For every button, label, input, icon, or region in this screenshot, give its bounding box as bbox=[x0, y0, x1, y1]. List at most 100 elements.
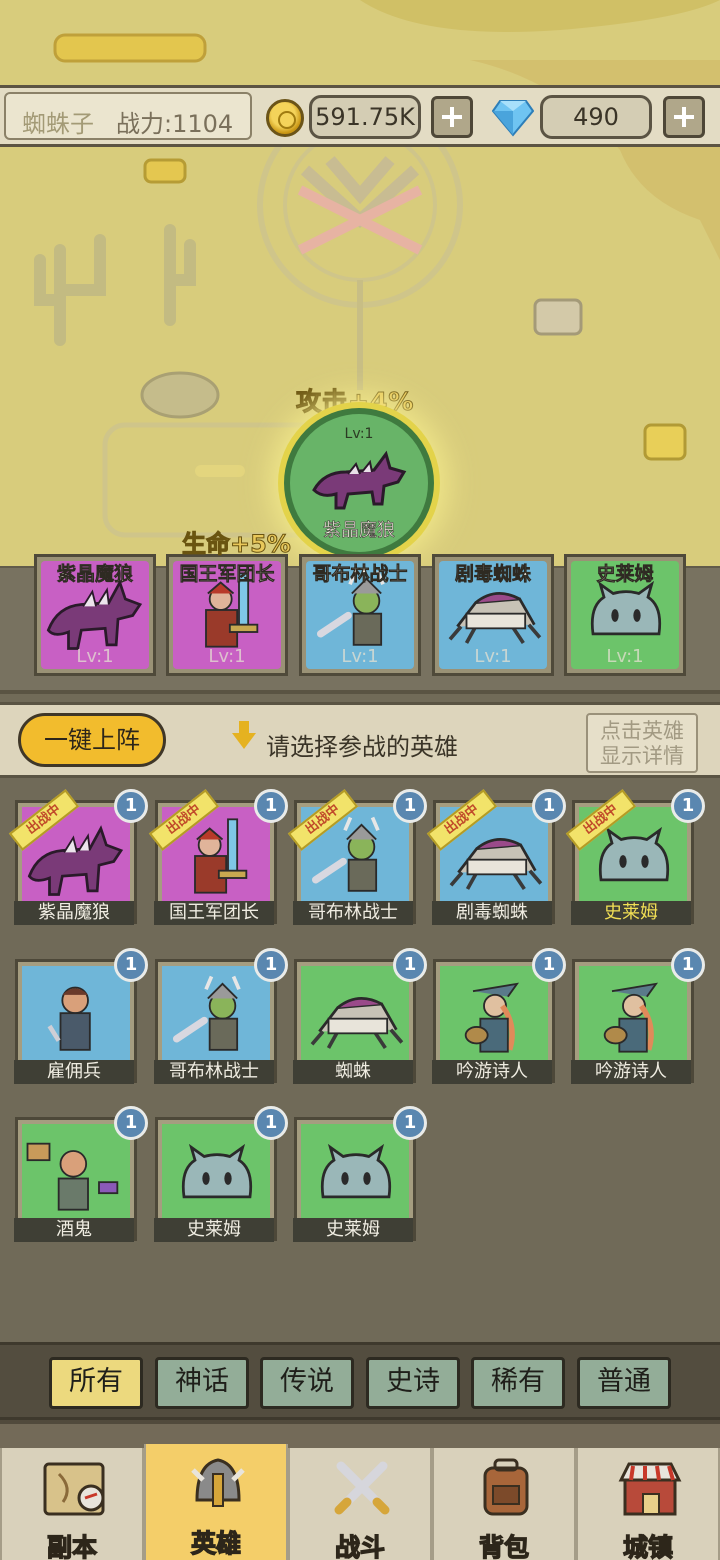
hero-roster-grid: 出战中 1 紫晶魔狼 出战中 1 国王军团长 出战中 1 哥布林战士 出战中 1 剧毒蜘蛛 出战中 1 史莱… bbox=[0, 778, 720, 1344]
selected-hero-medallion[interactable]: Lv:1 紫晶魔狼 bbox=[284, 408, 434, 558]
hero-card-name: 哥布林战士 bbox=[293, 901, 413, 925]
gold-amount: 591.75K bbox=[309, 95, 421, 139]
hero-card[interactable]: 出战中 1 紫晶魔狼 bbox=[8, 789, 148, 925]
resource-bar: 蜘蛛子 战力:1104 591.75K 490 bbox=[0, 85, 720, 147]
hero-card-name: 紫晶魔狼 bbox=[14, 901, 134, 925]
team-slot-portrait: 史莱姆 Lv:1 bbox=[571, 561, 679, 669]
team-slot-portrait: 剧毒蜘蛛 Lv:1 bbox=[439, 561, 547, 669]
hero-card-name: 史莱姆 bbox=[293, 1218, 413, 1242]
slime-portrait-icon bbox=[181, 1143, 253, 1199]
backpack-icon bbox=[483, 1458, 529, 1516]
nav-tab-1[interactable]: 副本 bbox=[0, 1448, 144, 1560]
hero-card[interactable]: 出战中 1 哥布林战士 bbox=[287, 789, 427, 925]
hero-card-name: 蜘蛛 bbox=[293, 1060, 413, 1084]
hero-card-name: 史莱姆 bbox=[571, 901, 691, 925]
show-details-toggle[interactable]: 点击英雄 显示详情 bbox=[586, 713, 698, 773]
team-lineup: 紫晶魔狼 Lv:1 国王军团长 Lv:1 哥布林战士 Lv:1 剧毒蜘蛛 Lv:1 史莱姆 Lv:… bbox=[0, 554, 720, 694]
hero-count-badge: 1 bbox=[114, 1106, 148, 1140]
hero-card-name: 吟游诗人 bbox=[571, 1060, 691, 1084]
nav-tab-5[interactable]: 城镇 bbox=[576, 1448, 720, 1560]
hero-card[interactable]: 1 酒鬼 bbox=[14, 1106, 148, 1242]
hero-card-name: 史莱姆 bbox=[154, 1218, 274, 1242]
team-hero-level: Lv:1 bbox=[606, 646, 644, 667]
hero-card[interactable]: 出战中 1 国王军团长 bbox=[148, 789, 288, 925]
team-slot-3[interactable]: 哥布林战士 Lv:1 bbox=[299, 554, 421, 676]
team-hero-level: Lv:1 bbox=[341, 646, 379, 667]
team-slot-2[interactable]: 国王军团长 Lv:1 bbox=[166, 554, 288, 676]
spider-portrait-icon bbox=[310, 997, 404, 1050]
team-slot-portrait: 哥布林战士 Lv:1 bbox=[306, 561, 414, 669]
selected-hero-level: Lv:1 bbox=[344, 426, 374, 442]
hero-count-badge: 1 bbox=[532, 948, 566, 982]
down-arrow-icon bbox=[232, 721, 256, 749]
details-label-line2: 显示详情 bbox=[600, 744, 684, 768]
hero-card-name: 雇佣兵 bbox=[14, 1060, 134, 1084]
hero-count-badge: 1 bbox=[114, 948, 148, 982]
hero-card[interactable]: 1 史莱姆 bbox=[293, 1106, 427, 1242]
hp-bonus-label: 生命+5% bbox=[182, 530, 292, 559]
details-label-line1: 点击英雄 bbox=[600, 719, 684, 743]
hero-card[interactable]: 1 哥布林战士 bbox=[154, 948, 288, 1084]
nav-label: 英雄 bbox=[190, 1528, 241, 1558]
hero-count-badge: 1 bbox=[393, 948, 427, 982]
hero-count-badge: 1 bbox=[114, 789, 148, 823]
nav-label: 副本 bbox=[46, 1532, 97, 1560]
team-hero-name: 哥布林战士 bbox=[312, 563, 408, 586]
helmet-icon bbox=[191, 1458, 245, 1507]
hero-card[interactable]: 1 吟游诗人 bbox=[571, 948, 705, 1084]
hero-count-badge: 1 bbox=[254, 789, 288, 823]
team-hero-level: Lv:1 bbox=[76, 646, 114, 667]
team-slot-1[interactable]: 紫晶魔狼 Lv:1 bbox=[34, 554, 156, 676]
auto-deploy-button[interactable]: 一键上阵 bbox=[18, 713, 166, 767]
add-gold-button[interactable] bbox=[431, 96, 473, 138]
drunkard-portrait-icon bbox=[26, 1142, 119, 1211]
bard-portrait-icon bbox=[464, 982, 520, 1053]
selection-hint: 请选择参战的英雄 bbox=[266, 733, 458, 761]
diamond-icon bbox=[492, 100, 534, 137]
action-bar: 一键上阵 请选择参战的英雄 点击英雄 显示详情 bbox=[0, 702, 720, 778]
team-slot-5[interactable]: 史莱姆 Lv:1 bbox=[564, 554, 686, 676]
hero-count-badge: 1 bbox=[254, 948, 288, 982]
hero-card-name: 剧毒蜘蛛 bbox=[432, 901, 552, 925]
team-slot-portrait: 紫晶魔狼 Lv:1 bbox=[41, 561, 149, 669]
team-slot-portrait: 国王军团长 Lv:1 bbox=[173, 561, 281, 669]
bard-portrait-icon bbox=[603, 982, 659, 1053]
team-hero-level: Lv:1 bbox=[208, 646, 246, 667]
hero-count-badge: 1 bbox=[393, 789, 427, 823]
hero-card[interactable]: 1 蜘蛛 bbox=[293, 948, 427, 1084]
nav-tab-4[interactable]: 背包 bbox=[432, 1448, 576, 1560]
nav-label: 背包 bbox=[478, 1532, 529, 1560]
filter-tab-2[interactable]: 神话 bbox=[155, 1357, 249, 1409]
shop-icon bbox=[618, 1462, 682, 1516]
player-name: 蜘蛛子 bbox=[22, 110, 94, 138]
team-hero-name: 紫晶魔狼 bbox=[56, 563, 134, 586]
filter-tab-6[interactable]: 普通 bbox=[577, 1357, 671, 1409]
hero-card-name: 酒鬼 bbox=[14, 1218, 134, 1242]
hero-count-badge: 1 bbox=[254, 1106, 288, 1140]
hero-card[interactable]: 出战中 1 剧毒蜘蛛 bbox=[426, 789, 566, 925]
filter-tab-3[interactable]: 传说 bbox=[260, 1357, 354, 1409]
team-hero-name: 国王军团长 bbox=[179, 563, 275, 586]
nav-label: 战斗 bbox=[334, 1532, 385, 1560]
hero-card-name: 吟游诗人 bbox=[432, 1060, 552, 1084]
nav-label: 城镇 bbox=[622, 1532, 673, 1560]
filter-tab-1[interactable]: 所有 bbox=[49, 1357, 143, 1409]
hero-card[interactable]: 出战中 1 史莱姆 bbox=[565, 789, 705, 925]
hero-card[interactable]: 1 吟游诗人 bbox=[432, 948, 566, 1084]
add-gems-button[interactable] bbox=[663, 96, 705, 138]
crossed-swords-icon bbox=[334, 1461, 390, 1515]
team-slot-4[interactable]: 剧毒蜘蛛 Lv:1 bbox=[432, 554, 554, 676]
team-hero-level: Lv:1 bbox=[474, 646, 512, 667]
rarity-filter-bar: 所有 神话 传说 史诗 稀有 普通 bbox=[0, 1342, 720, 1420]
filter-tab-4[interactable]: 史诗 bbox=[366, 1357, 460, 1409]
hero-card-name: 国王军团长 bbox=[154, 901, 274, 925]
hero-card[interactable]: 1 史莱姆 bbox=[154, 1106, 288, 1242]
hero-card[interactable]: 1 雇佣兵 bbox=[14, 948, 148, 1084]
gold-coin-icon bbox=[266, 99, 304, 137]
nav-tab-3[interactable]: 战斗 bbox=[288, 1448, 432, 1560]
wolf-portrait-icon bbox=[312, 450, 407, 510]
hero-count-badge: 1 bbox=[532, 789, 566, 823]
mercenary-portrait-icon bbox=[47, 986, 91, 1051]
filter-tab-5[interactable]: 稀有 bbox=[471, 1357, 565, 1409]
nav-tab-2[interactable]: 英雄 bbox=[144, 1444, 288, 1560]
